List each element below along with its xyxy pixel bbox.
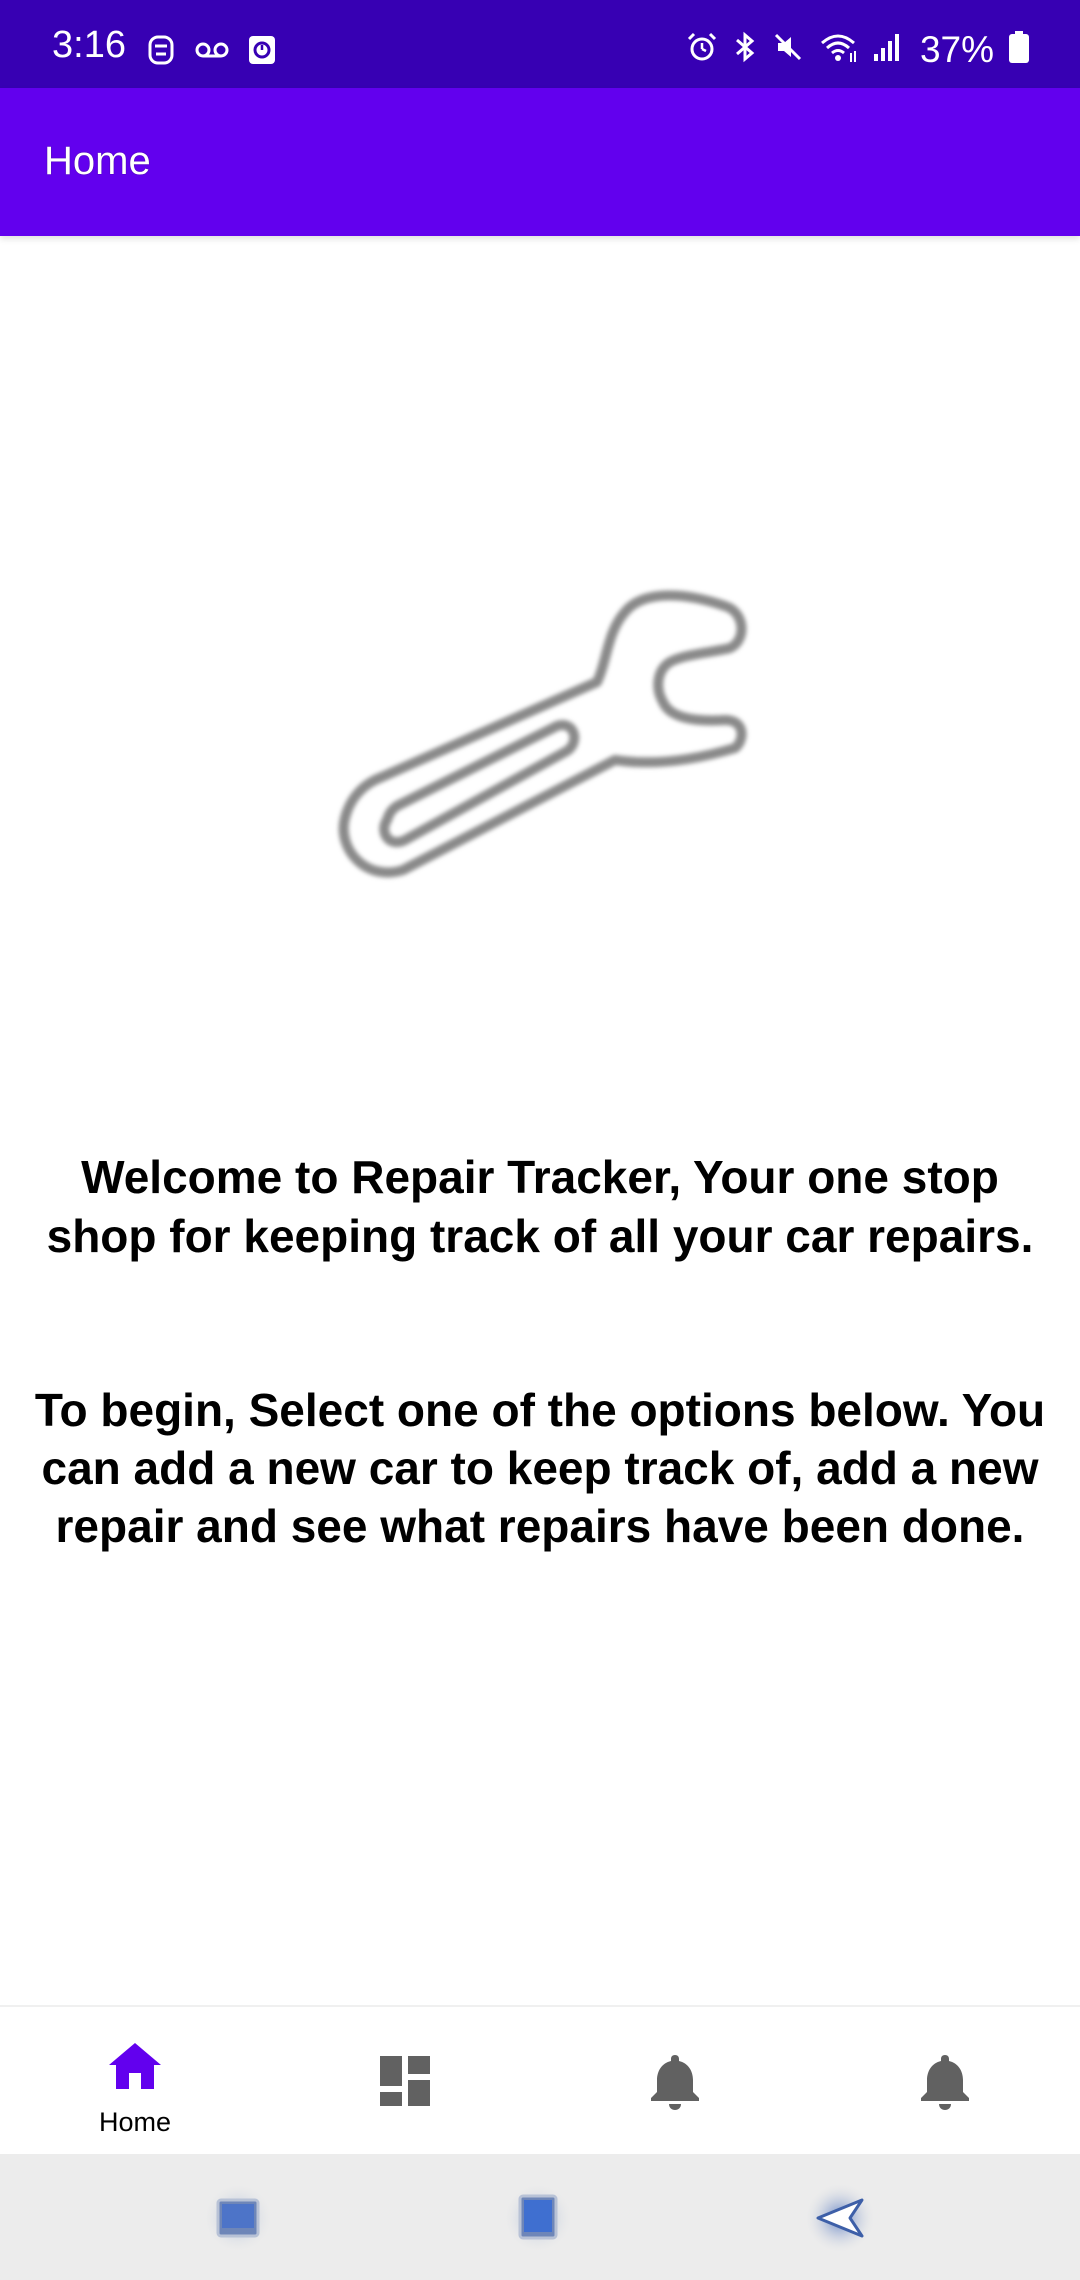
system-navigation-bar [0, 2154, 1080, 2280]
mute-icon [772, 31, 804, 68]
nav-item-notifications[interactable] [540, 2007, 810, 2156]
nav-label-home: Home [98, 2107, 172, 2137]
voicemail-icon [194, 39, 230, 66]
status-left-icons [146, 34, 276, 71]
back-icon[interactable] [804, 2182, 876, 2254]
wifi-icon [818, 31, 858, 68]
face-icon [146, 34, 176, 71]
status-time: 3:16 [52, 24, 126, 66]
app-bar: Home [0, 88, 1080, 236]
notifications-icon [915, 2051, 975, 2111]
notifications-icon [645, 2051, 705, 2111]
bottom-navigation: Home [0, 2005, 1080, 2156]
bluetooth-icon [732, 31, 758, 68]
recent-apps-icon[interactable] [202, 2182, 274, 2254]
page-title: Home [44, 139, 151, 183]
wrench-icon [325, 570, 765, 900]
nav-item-notifications-2[interactable] [810, 2007, 1080, 2156]
battery-percent: 37% [919, 29, 994, 70]
battery-icon [1008, 30, 1030, 69]
welcome-text: Welcome to Repair Tracker, Your one stop… [46, 1151, 1034, 1262]
alarm-icon [686, 31, 718, 68]
dashboard-icon [375, 2051, 435, 2111]
clock-app-icon [248, 35, 276, 70]
status-right-icons: 37% [686, 30, 1030, 69]
home-screen-icon[interactable] [502, 2182, 574, 2254]
signal-icon [872, 32, 902, 67]
nav-item-home[interactable]: Home [0, 2007, 270, 2156]
screen: 3:16 37% Home Welcome to Repair Tracker,… [0, 0, 1080, 2280]
status-bar: 3:16 37% [0, 0, 1080, 88]
nav-item-dashboard[interactable] [270, 2007, 540, 2156]
instruction-text: To begin, Select one of the options belo… [34, 1384, 1046, 1552]
home-icon [105, 2037, 165, 2097]
